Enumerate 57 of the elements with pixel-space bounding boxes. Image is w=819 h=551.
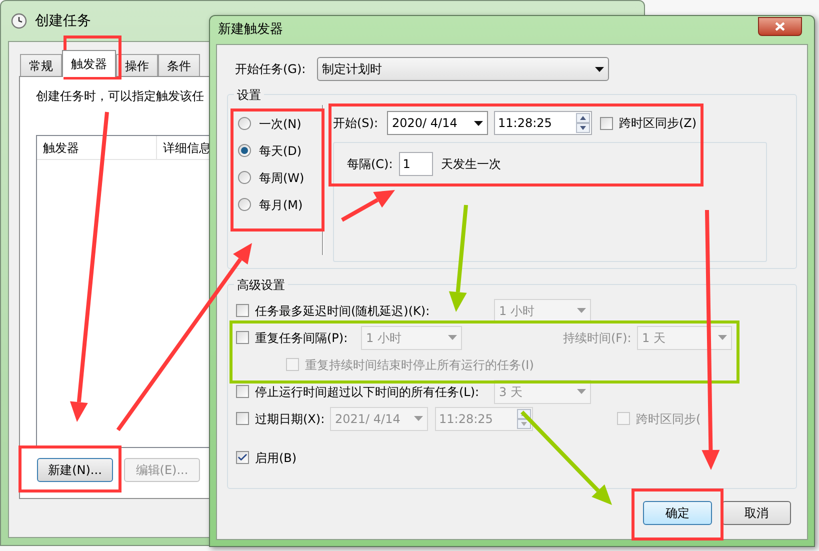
checkbox[interactable] xyxy=(236,412,249,425)
radio-button[interactable] xyxy=(238,144,251,157)
checkbox[interactable] xyxy=(236,331,249,344)
tab[interactable]: 操作 xyxy=(116,54,158,76)
field-label: 开始任务(G): xyxy=(235,61,307,78)
tab[interactable]: 触发器 xyxy=(62,50,116,77)
dropdown-caret-icon xyxy=(718,335,727,340)
dropdown-caret-icon xyxy=(448,335,457,340)
unit-label: 天发生一次 xyxy=(440,156,501,173)
radio-button[interactable] xyxy=(238,171,251,184)
option-label: 跨时区同步( xyxy=(636,410,701,428)
option-label: 过期日期(X): xyxy=(255,410,325,428)
dropdown-caret-icon xyxy=(577,308,586,313)
tab[interactable]: 条件 xyxy=(158,54,200,76)
ok-button[interactable]: 确定 xyxy=(643,501,712,525)
dropdown-caret-icon xyxy=(595,66,604,72)
radio-button[interactable] xyxy=(238,117,251,130)
option-label: 每周(W) xyxy=(259,170,304,186)
time-field[interactable]: 11:28:25 xyxy=(494,111,592,135)
interval-field[interactable]: 1 xyxy=(398,152,433,176)
option-label: 停止运行时间超过以下时间的所有任务(L): xyxy=(255,384,480,400)
tab[interactable]: 常规 xyxy=(20,54,62,76)
field-label: 开始(S): xyxy=(333,115,380,132)
arrow xyxy=(341,190,395,222)
option-label: 每天(D) xyxy=(259,142,302,160)
clock-icon xyxy=(11,13,27,29)
highlight-frame xyxy=(64,36,122,80)
option-label: 重复任务间隔(P): xyxy=(255,330,348,346)
new-button[interactable]: 新建(N)... xyxy=(37,458,113,482)
dropdown[interactable]: 制定计划时 xyxy=(317,57,609,81)
radio-button[interactable] xyxy=(238,198,251,211)
dropdown-caret-icon xyxy=(474,120,483,126)
option-label: 每月(M) xyxy=(259,196,303,214)
close-button[interactable] xyxy=(758,16,802,36)
dialog-title: 新建触发器 xyxy=(218,21,283,40)
column-header[interactable]: 触发器 xyxy=(37,136,157,159)
checkbox[interactable] xyxy=(600,116,613,130)
date-picker[interactable]: 2020/ 4/14 xyxy=(387,111,488,135)
checkbox[interactable] xyxy=(617,412,630,425)
window-title: 创建任务 xyxy=(35,12,91,30)
option-label: 启用(B) xyxy=(255,450,297,466)
checkbox[interactable] xyxy=(236,385,249,398)
spinner-icon[interactable] xyxy=(576,113,590,133)
dropdown-caret-icon xyxy=(414,416,423,421)
checkbox[interactable] xyxy=(286,358,299,371)
option-label: 任务最多延迟时间(随机延迟)(K): xyxy=(255,302,430,320)
checkbox[interactable] xyxy=(236,451,249,464)
close-icon xyxy=(775,22,785,30)
duration-label: 持续时间(F): xyxy=(563,330,632,346)
description-text: 创建任务时，可以指定触发该任 xyxy=(36,88,204,105)
checkbox[interactable] xyxy=(236,304,249,317)
option-label: 一次(N) xyxy=(259,116,302,132)
field-label: 每隔(C): xyxy=(347,156,393,173)
cancel-button[interactable]: 取消 xyxy=(722,501,791,525)
dropdown-caret-icon xyxy=(577,389,586,394)
option-label: 跨时区同步(Z) xyxy=(619,115,697,132)
option-label: 重复持续时间结束时停止所有运行的任务(I) xyxy=(305,356,534,374)
